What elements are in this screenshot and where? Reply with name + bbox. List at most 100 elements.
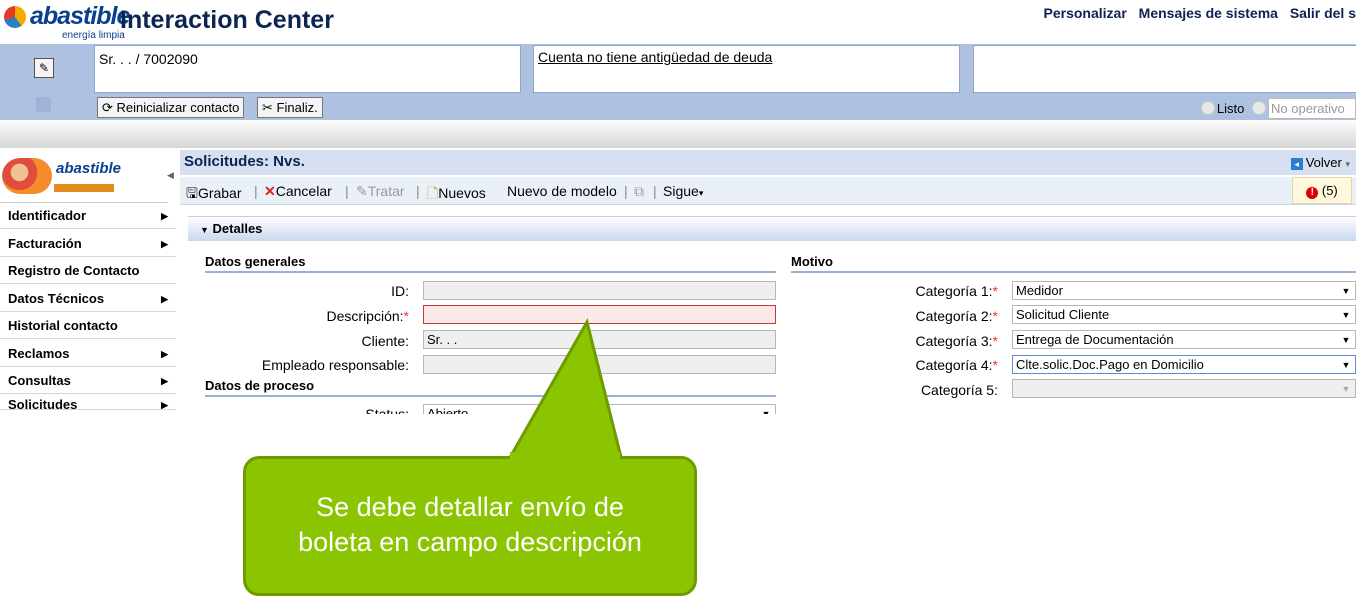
reset-contact-button[interactable]: ⟳ Reinicializar contacto	[97, 97, 245, 118]
chevron-right-icon: ▶	[161, 293, 168, 304]
new-button[interactable]: 🗋Nuevos	[427, 183, 486, 207]
link-logout[interactable]: Salir del s	[1290, 5, 1356, 21]
dropdown-icon: ▼	[1341, 335, 1351, 345]
chevron-right-icon: ▶	[161, 238, 168, 249]
not-operative-radio-icon[interactable]	[1252, 101, 1266, 115]
finish-icon: ✂	[262, 100, 273, 115]
category1-value: Medidor	[1016, 283, 1063, 298]
details-title[interactable]: ▼ Detalles	[200, 221, 262, 236]
category5-select[interactable]: ▼	[1012, 379, 1356, 398]
copy-icon[interactable]: ⧉	[634, 183, 644, 200]
category1-label: Categoría 1:*	[915, 283, 998, 299]
sidebar-item-label: Registro de Contacto	[8, 263, 140, 278]
new-from-template-label: Nuevo de modelo	[507, 183, 617, 199]
section-motivo: Motivo	[791, 254, 1356, 273]
sidebar-item[interactable]: Solicitudes ▶	[0, 395, 176, 410]
cancel-icon: ✕	[264, 183, 276, 199]
sidebar-item[interactable]: Datos Técnicos ▶	[0, 285, 176, 312]
sidebar-item[interactable]: Identificador ▶	[0, 203, 176, 229]
section-general: Datos generales	[205, 254, 776, 273]
back-label: Volver	[1305, 155, 1342, 170]
status-row: Status: Abierto ▼	[180, 404, 780, 414]
new-from-template-button[interactable]: Nuevo de modelo	[507, 183, 617, 199]
sidebar-item[interactable]: Historial contacto	[0, 313, 176, 339]
sidebar-item-label: Datos Técnicos	[8, 290, 105, 306]
page-title: Solicitudes: Nvs.	[184, 153, 305, 170]
nav-logo-bar	[54, 184, 114, 192]
cancel-button[interactable]: ✕Cancelar	[264, 183, 332, 200]
sidebar-item[interactable]: Registro de Contacto	[0, 258, 176, 284]
category2-value: Solicitud Cliente	[1016, 307, 1110, 322]
next-label: Sigue	[663, 183, 699, 199]
details-header[interactable]	[188, 216, 1356, 241]
toolbar-separator: |	[416, 183, 420, 199]
sidebar-item-label: Identificador	[8, 208, 87, 223]
description-label-text: Descripción:	[326, 308, 404, 324]
callout-line-2: boleta en campo descripción	[298, 527, 642, 557]
finish-button[interactable]: ✂ Finaliz.	[257, 97, 323, 118]
notepad-icon[interactable]: ✎	[34, 58, 54, 78]
messages-badge[interactable]: ! (5)	[1292, 177, 1352, 204]
app-title: Interaction Center	[120, 6, 334, 34]
nav-logo: abastible	[0, 150, 168, 203]
category3-label: Categoría 3:*	[915, 333, 998, 349]
category4-select[interactable]: Clte.solic.Doc.Pago en Domicilio ▼	[1012, 355, 1356, 374]
callout-joint	[510, 452, 620, 462]
chevron-right-icon: ▶	[161, 399, 168, 410]
section-process: Datos de proceso	[205, 378, 776, 397]
sidebar-item[interactable]: Facturación ▶	[0, 230, 176, 257]
ready-radio-icon[interactable]	[1200, 101, 1215, 115]
dropdown-icon: ▼	[1341, 310, 1351, 320]
treat-button[interactable]: ✎Tratar	[356, 183, 405, 200]
next-menu-button[interactable]: Sigue▾	[663, 183, 703, 199]
collapse-nav-icon[interactable]: ◀	[167, 170, 174, 181]
chevron-right-icon: ▶	[161, 376, 168, 386]
dropdown-icon: ▾	[698, 188, 704, 198]
toolbar-separator: |	[624, 183, 628, 199]
status-ready[interactable]: Listo	[1217, 101, 1244, 116]
treat-label: Tratar	[367, 183, 405, 199]
status-label: Status:	[365, 406, 409, 414]
customer-box: Sr. . . / 7002090	[94, 45, 521, 93]
sidebar-item[interactable]: Consultas ▶	[0, 368, 176, 394]
sidebar-item[interactable]: Reclamos ▶	[0, 340, 176, 367]
customer-id: Sr. . . / 7002090	[99, 51, 198, 67]
category2-label-text: Categoría 2:	[915, 308, 993, 324]
client-label: Cliente:	[361, 333, 409, 349]
section-general-label: Datos generales	[205, 254, 306, 269]
dropdown-icon: ▼	[761, 409, 771, 414]
reset-contact-label: Reinicializar contacto	[116, 100, 240, 115]
status-not-operative[interactable]: No operativo	[1268, 98, 1356, 119]
category1-select[interactable]: Medidor ▼	[1012, 281, 1356, 300]
messages-count: (5)	[1321, 183, 1338, 198]
toolbar-separator: |	[653, 183, 657, 199]
employee-label: Empleado responsable:	[261, 357, 409, 373]
placeholder-icon	[36, 97, 51, 112]
save-button[interactable]: 🖫Grabar	[186, 183, 242, 207]
link-personalizar[interactable]: Personalizar	[1044, 5, 1127, 21]
toolbar-separator: |	[345, 183, 349, 199]
section-motivo-label: Motivo	[791, 254, 833, 269]
error-icon: !	[1306, 187, 1319, 199]
category5-label: Categoría 5:	[920, 382, 998, 398]
brand-logo-icon	[4, 6, 26, 28]
debt-note[interactable]: Cuenta no tiene antigüedad de deuda	[534, 46, 959, 68]
dropdown-icon: ▼	[1341, 384, 1351, 394]
top-links: Personalizar Mensajes de sistema Salir d…	[1036, 5, 1356, 21]
page-title-bar	[180, 150, 1356, 175]
chevron-right-icon: ▶	[161, 211, 168, 221]
link-system-messages[interactable]: Mensajes de sistema	[1139, 5, 1278, 21]
refresh-icon: ⟳	[102, 100, 113, 115]
id-label: ID:	[391, 283, 409, 299]
status-value: Abierto	[427, 406, 469, 414]
back-button[interactable]: ◂ Volver ▾	[1290, 155, 1350, 170]
new-label: Nuevos	[438, 185, 486, 201]
description-label: Descripción:*	[326, 308, 409, 324]
nav-logo-text: abastible	[56, 160, 122, 177]
save-icon: 🖫	[186, 185, 198, 201]
cancel-label: Cancelar	[275, 183, 332, 199]
category3-select[interactable]: Entrega de Documentación ▼	[1012, 330, 1356, 349]
category2-select[interactable]: Solicitud Cliente ▼	[1012, 305, 1356, 324]
id-field	[423, 281, 776, 300]
finish-label: Finaliz.	[276, 100, 318, 115]
